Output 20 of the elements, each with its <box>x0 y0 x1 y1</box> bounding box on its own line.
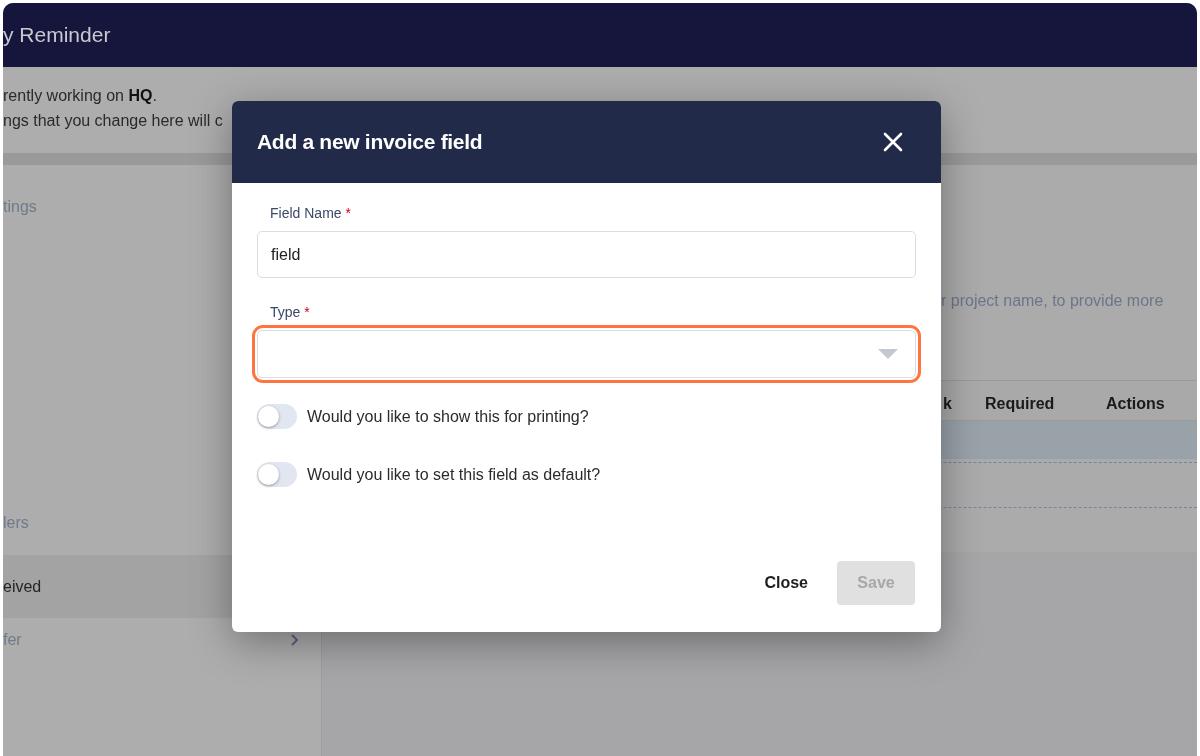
field-label: Field Name * <box>270 204 352 223</box>
notice-text: rently working on HQ. <box>3 86 158 106</box>
toggle-label: Would you like to show this for printing? <box>307 406 589 427</box>
dialog-title: Add a new invoice field <box>257 129 483 156</box>
text-field[interactable]: field <box>257 231 916 278</box>
sidebar-item[interactable]: fer <box>3 620 321 660</box>
app-title: y Reminder <box>3 22 111 49</box>
notice-text: ngs that you change here will c <box>3 111 224 131</box>
dropdown-field[interactable] <box>257 330 916 378</box>
toggle-switch[interactable] <box>257 404 297 429</box>
close-icon[interactable] <box>883 132 903 152</box>
column-header: Required <box>985 394 1055 414</box>
field-label: Type * <box>270 303 311 322</box>
column-header: Actions <box>1106 394 1165 414</box>
toggle-switch[interactable] <box>257 462 297 487</box>
toggle-label: Would you like to set this field as default? <box>307 464 601 485</box>
caret-icon <box>878 349 898 359</box>
chevron-icon <box>290 633 299 647</box>
column-header: k <box>943 394 952 414</box>
close-button[interactable]: Close <box>764 561 808 605</box>
